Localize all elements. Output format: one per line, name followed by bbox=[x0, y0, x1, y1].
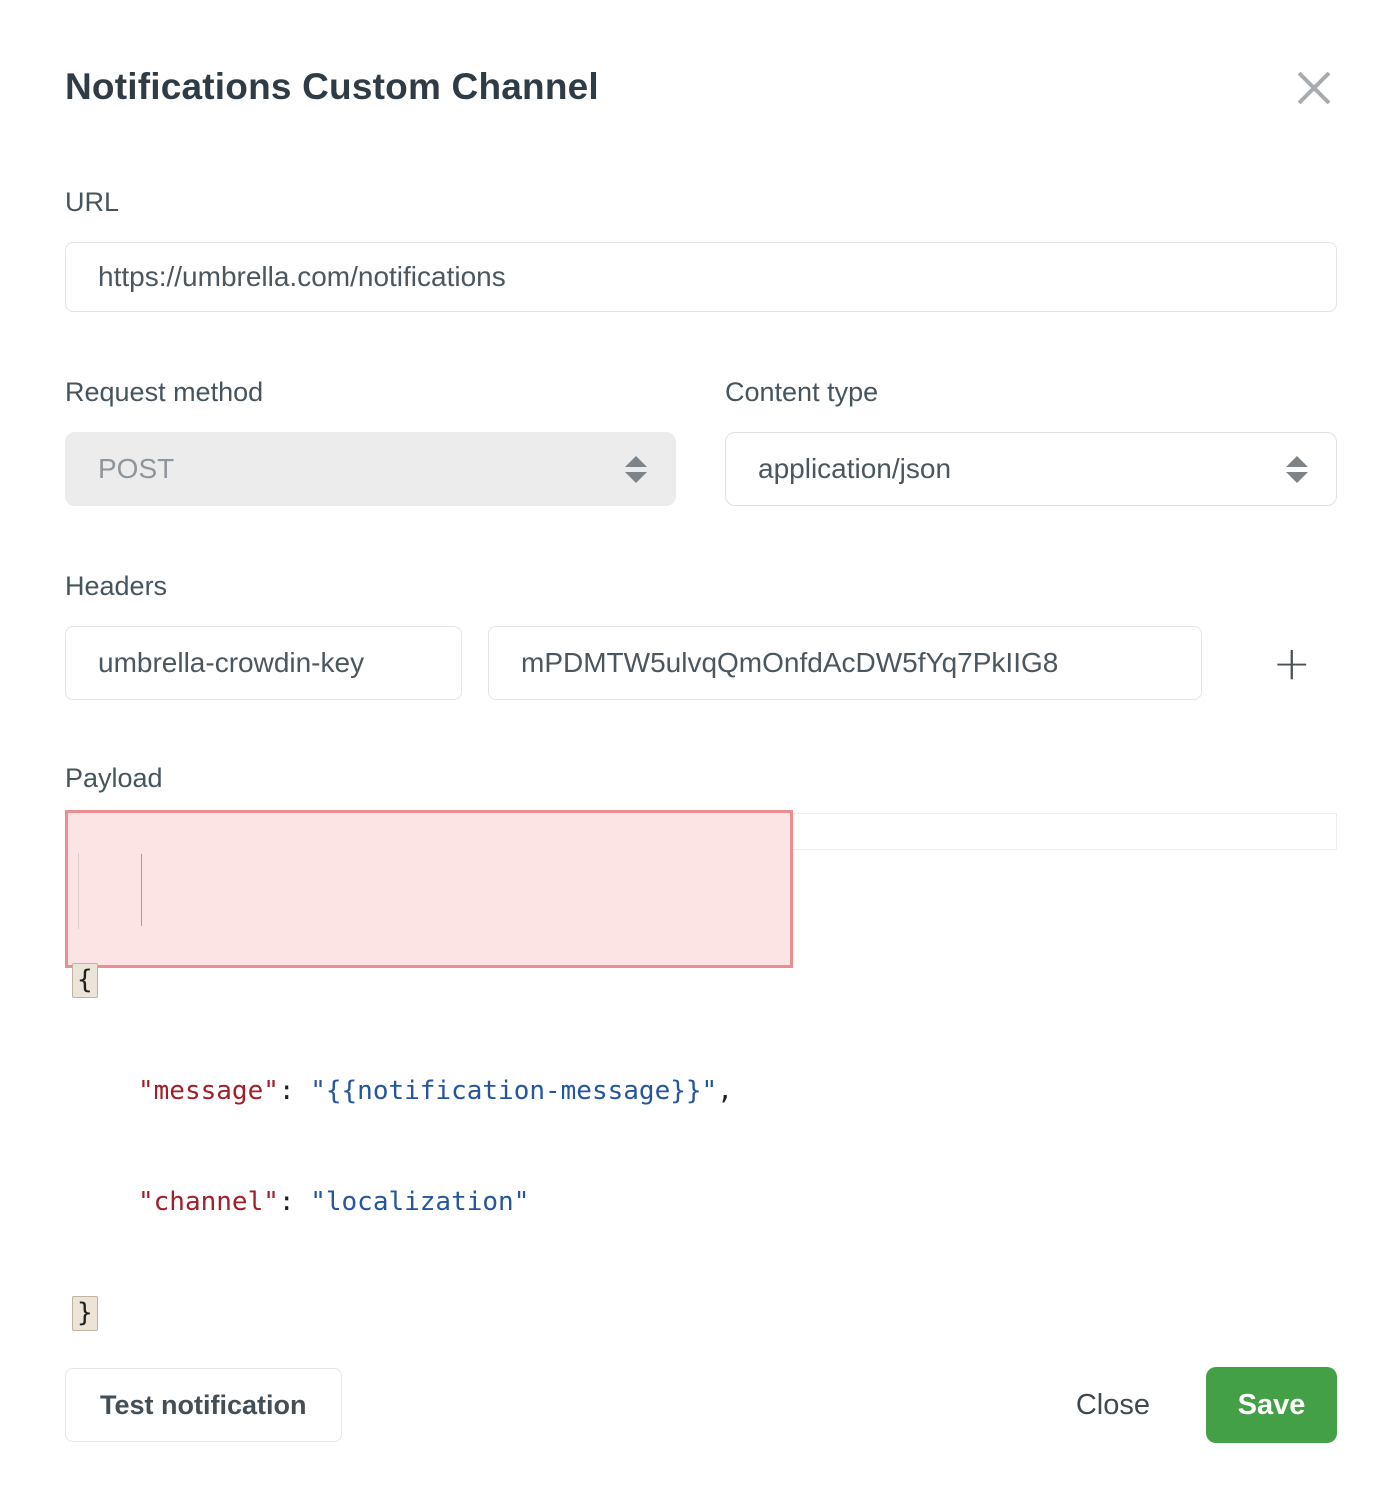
content-type-select[interactable]: application/json bbox=[725, 432, 1337, 506]
headers-group: Headers + bbox=[65, 568, 1337, 700]
dialog-footer: Test notification Close Save bbox=[65, 1367, 1337, 1443]
payload-label: Payload bbox=[65, 760, 1337, 796]
url-label: URL bbox=[65, 184, 1337, 220]
notifications-custom-channel-dialog: Notifications Custom Channel URL Request… bbox=[0, 0, 1400, 1508]
content-type-group: Content type application/json bbox=[725, 374, 1337, 506]
url-field-group: URL bbox=[65, 184, 1337, 312]
footer-actions: Close Save bbox=[1076, 1367, 1337, 1443]
save-button[interactable]: Save bbox=[1206, 1367, 1337, 1443]
header-value-input[interactable] bbox=[488, 626, 1202, 700]
payload-code-line: { bbox=[72, 962, 786, 999]
request-method-value: POST bbox=[98, 453, 174, 485]
plus-icon: + bbox=[1272, 636, 1311, 690]
add-header-button[interactable]: + bbox=[1272, 640, 1311, 686]
headers-label: Headers bbox=[65, 568, 1337, 604]
content-type-label: Content type bbox=[725, 374, 1337, 410]
header-key-input[interactable] bbox=[65, 626, 462, 700]
url-input[interactable] bbox=[65, 242, 1337, 312]
gutter-line bbox=[78, 853, 79, 929]
code-key: "channel" bbox=[138, 1184, 279, 1221]
request-method-label: Request method bbox=[65, 374, 676, 410]
indent-guide bbox=[141, 854, 142, 926]
close-icon bbox=[1295, 69, 1333, 107]
payload-code-line: } bbox=[72, 1295, 786, 1332]
header-row: + bbox=[65, 626, 1337, 700]
method-and-content-type-row: Request method POST Content type applica… bbox=[65, 374, 1337, 506]
test-notification-button[interactable]: Test notification bbox=[65, 1368, 342, 1442]
select-arrows-icon bbox=[625, 456, 647, 483]
close-text-button[interactable]: Close bbox=[1076, 1389, 1150, 1422]
open-brace: { bbox=[72, 963, 98, 998]
payload-group: Payload { "message": "{{notification-mes… bbox=[65, 760, 1337, 970]
payload-code-line: "message": "{{notification-message}}", bbox=[72, 1073, 786, 1110]
page-title: Notifications Custom Channel bbox=[65, 66, 1337, 108]
select-arrows-icon bbox=[1286, 456, 1308, 483]
close-brace: } bbox=[72, 1296, 98, 1331]
content-type-value: application/json bbox=[758, 453, 951, 485]
close-button[interactable] bbox=[1292, 66, 1336, 110]
request-method-group: Request method POST bbox=[65, 374, 676, 506]
code-key: "message" bbox=[138, 1073, 279, 1110]
code-value: "localization" bbox=[310, 1184, 529, 1221]
payload-error-highlight[interactable]: { "message": "{{notification-message}}",… bbox=[65, 810, 793, 968]
payload-code-line: "channel": "localization" bbox=[72, 1184, 786, 1221]
code-value: "{{notification-message}}" bbox=[310, 1073, 717, 1110]
payload-editor[interactable]: { "message": "{{notification-message}}",… bbox=[65, 810, 1337, 970]
request-method-select[interactable]: POST bbox=[65, 432, 676, 506]
